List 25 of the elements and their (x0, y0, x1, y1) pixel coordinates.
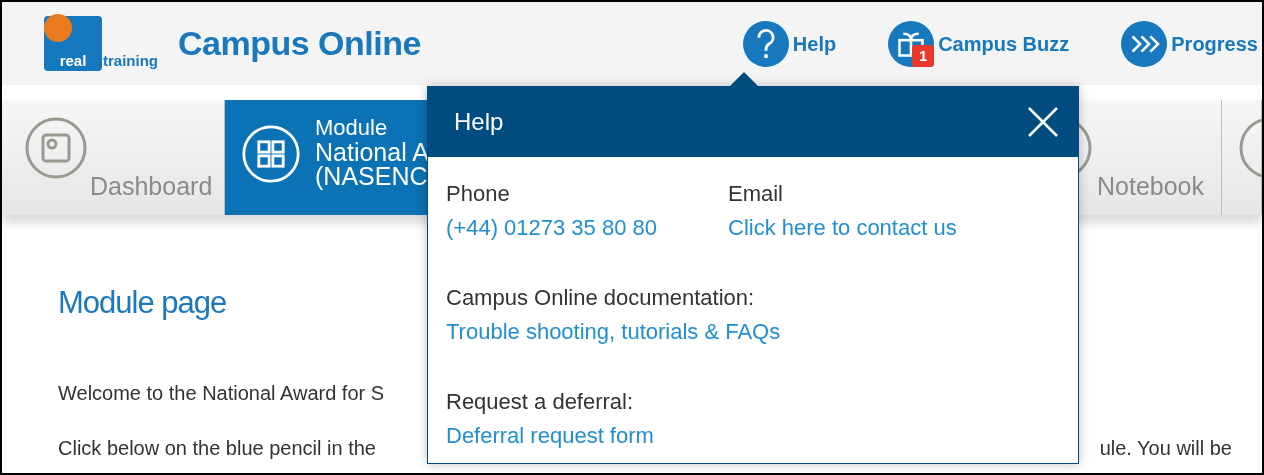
field-label: Campus Online documentation: (446, 284, 755, 312)
contact-link[interactable]: Click here to contact us (728, 211, 957, 245)
nav-link[interactable]: Help (742, 20, 837, 67)
field-label: Email (728, 180, 783, 208)
field-label: Phone (446, 180, 510, 208)
site-title: Campus Online (178, 23, 421, 64)
paragraph: Click below on the blue pencil in the (58, 436, 376, 461)
notification-badge: 1 (912, 44, 935, 67)
chevrons-icon (1121, 20, 1168, 67)
nav-link[interactable]: 1 Campus Buzz (888, 20, 1070, 67)
nav-tab[interactable]: Dashboard (10, 100, 225, 215)
paragraph: Welcome to the National Award for S (58, 381, 385, 406)
popup-link[interactable]: Deferral request form (446, 419, 654, 453)
popup-link[interactable]: Trouble shooting, tutorials & FAQs (446, 315, 781, 349)
field-label: Request a deferral: (446, 388, 634, 416)
help-icon (742, 20, 789, 67)
close-button[interactable] (1026, 105, 1060, 139)
close-icon (1026, 105, 1060, 139)
grid-icon (241, 124, 301, 184)
contact-link[interactable]: (+44) 01273 35 80 80 (446, 211, 657, 245)
photo-icon (24, 116, 88, 180)
paragraph: ule. You will be (1099, 436, 1232, 461)
nav-link[interactable]: Progress (1121, 20, 1258, 67)
page-heading: Module page (58, 287, 227, 318)
popup-title: Help (454, 107, 504, 137)
